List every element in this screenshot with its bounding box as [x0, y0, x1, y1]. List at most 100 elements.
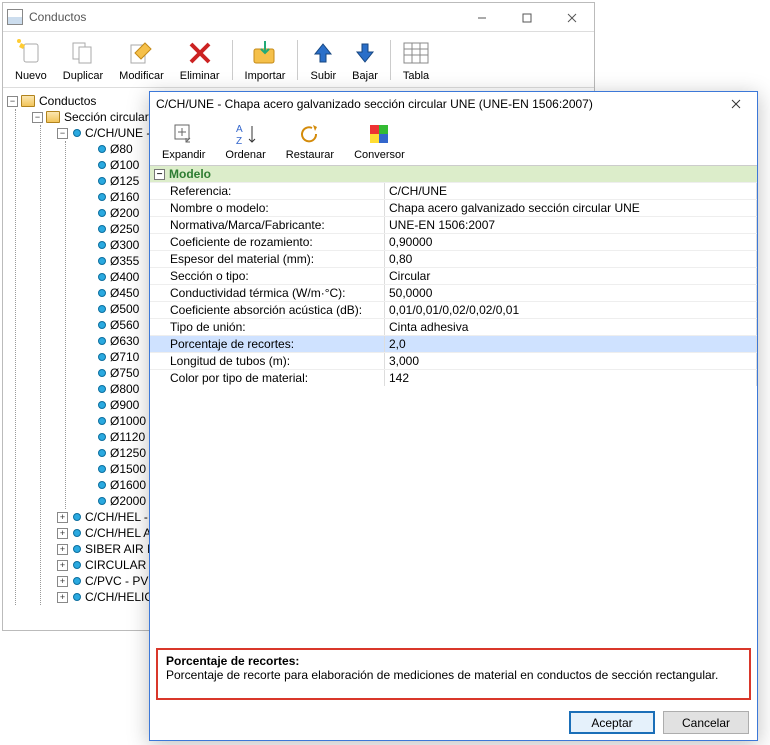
- prop-value[interactable]: 142: [385, 370, 757, 386]
- bullet-icon: [98, 369, 106, 377]
- prop-row-union[interactable]: Tipo de unión:Cinta adhesiva: [150, 318, 757, 335]
- group-label: Modelo: [169, 167, 211, 181]
- bullet-icon: [98, 257, 106, 265]
- eliminar-button[interactable]: Eliminar: [172, 34, 228, 85]
- tree-sibling-label: C/PVC - PVC: [85, 574, 157, 588]
- ordenar-button[interactable]: AZ Ordenar: [215, 118, 275, 163]
- bajar-button[interactable]: Bajar: [344, 34, 386, 85]
- subir-label: Subir: [310, 70, 336, 82]
- tree-size-label: Ø560: [110, 318, 139, 332]
- prop-key: Conductividad térmica (W/m·°C):: [150, 285, 385, 301]
- tree-size-label: Ø100: [110, 158, 139, 172]
- undo-icon: [298, 120, 322, 148]
- prop-row-color[interactable]: Color por tipo de material:142: [150, 369, 757, 386]
- prop-value[interactable]: 0,90000: [385, 234, 757, 250]
- prop-value[interactable]: 2,0: [385, 336, 757, 352]
- nuevo-label: Nuevo: [15, 70, 47, 82]
- expand-icon[interactable]: +: [57, 512, 68, 523]
- prop-row-coef_roz[interactable]: Coeficiente de rozamiento:0,90000: [150, 233, 757, 250]
- tree-branch-label: Sección circular: [64, 110, 149, 124]
- prop-row-referencia[interactable]: Referencia:C/CH/UNE: [150, 182, 757, 199]
- bullet-icon: [73, 545, 81, 553]
- tree-size-label: Ø1250: [110, 446, 146, 460]
- detail-window: C/CH/UNE - Chapa acero galvanizado secci…: [149, 91, 758, 741]
- detail-title: C/CH/UNE - Chapa acero galvanizado secci…: [156, 97, 721, 111]
- prop-value[interactable]: 50,0000: [385, 285, 757, 301]
- prop-value[interactable]: 0,80: [385, 251, 757, 267]
- separator: [297, 40, 298, 80]
- expand-icon[interactable]: +: [57, 592, 68, 603]
- cancel-button[interactable]: Cancelar: [663, 711, 749, 734]
- prop-row-recortes[interactable]: Porcentaje de recortes:2,0: [150, 335, 757, 352]
- prop-value[interactable]: 0,01/0,01/0,02/0,02/0,01: [385, 302, 757, 318]
- tree-cchune-label: C/CH/UNE -: [85, 126, 150, 140]
- restaurar-label: Restaurar: [286, 149, 334, 161]
- expandir-label: Expandir: [162, 149, 205, 161]
- prop-row-nombre[interactable]: Nombre o modelo:Chapa acero galvanizado …: [150, 199, 757, 216]
- expand-icon[interactable]: +: [57, 528, 68, 539]
- tree-size-label: Ø125: [110, 174, 139, 188]
- close-button[interactable]: [549, 3, 594, 32]
- prop-key: Espesor del material (mm):: [150, 251, 385, 267]
- close-button[interactable]: [721, 92, 751, 116]
- delete-icon: [187, 37, 213, 69]
- bullet-icon: [98, 465, 106, 473]
- prop-row-cond[interactable]: Conductividad térmica (W/m·°C):50,0000: [150, 284, 757, 301]
- expand-icon[interactable]: +: [57, 560, 68, 571]
- prop-row-espesor[interactable]: Espesor del material (mm):0,80: [150, 250, 757, 267]
- prop-row-coef_abs[interactable]: Coeficiente absorción acústica (dB):0,01…: [150, 301, 757, 318]
- prop-value[interactable]: Cinta adhesiva: [385, 319, 757, 335]
- bullet-icon: [98, 481, 106, 489]
- prop-value[interactable]: Circular: [385, 268, 757, 284]
- converter-icon: [367, 120, 391, 148]
- collapse-icon[interactable]: −: [57, 128, 68, 139]
- subir-button[interactable]: Subir: [302, 34, 344, 85]
- restaurar-button[interactable]: Restaurar: [276, 118, 344, 163]
- bullet-icon: [98, 417, 106, 425]
- modificar-button[interactable]: Modificar: [111, 34, 172, 85]
- group-header[interactable]: − Modelo: [150, 166, 757, 182]
- app-icon: [7, 9, 23, 25]
- tabla-button[interactable]: Tabla: [395, 34, 437, 85]
- ok-button[interactable]: Aceptar: [569, 711, 655, 734]
- edit-icon: [127, 37, 155, 69]
- tree-sibling-label: C/CH/HEL A: [85, 526, 151, 540]
- prop-row-normativa[interactable]: Normativa/Marca/Fabricante:UNE-EN 1506:2…: [150, 216, 757, 233]
- prop-value[interactable]: 3,000: [385, 353, 757, 369]
- collapse-icon[interactable]: −: [154, 169, 165, 180]
- collapse-icon[interactable]: −: [7, 96, 18, 107]
- bullet-icon: [98, 385, 106, 393]
- tree-size-label: Ø630: [110, 334, 139, 348]
- prop-value[interactable]: Chapa acero galvanizado sección circular…: [385, 200, 757, 216]
- tree-size-label: Ø1000: [110, 414, 146, 428]
- tree-size-label: Ø1500: [110, 462, 146, 476]
- duplicar-button[interactable]: Duplicar: [55, 34, 111, 85]
- collapse-icon[interactable]: −: [32, 112, 43, 123]
- prop-row-longitud[interactable]: Longitud de tubos (m):3,000: [150, 352, 757, 369]
- bullet-icon: [98, 433, 106, 441]
- expand-icon[interactable]: +: [57, 576, 68, 587]
- prop-value[interactable]: UNE-EN 1506:2007: [385, 217, 757, 233]
- nuevo-button[interactable]: Nuevo: [7, 34, 55, 85]
- bullet-icon: [98, 209, 106, 217]
- minimize-button[interactable]: [459, 3, 504, 32]
- importar-button[interactable]: Importar: [237, 34, 294, 85]
- expand-icon[interactable]: +: [57, 544, 68, 555]
- prop-value[interactable]: C/CH/UNE: [385, 183, 757, 199]
- prop-key: Porcentaje de recortes:: [150, 336, 385, 352]
- down-icon: [353, 37, 377, 69]
- expandir-button[interactable]: Expandir: [152, 118, 215, 163]
- bullet-icon: [98, 337, 106, 345]
- bullet-icon: [73, 593, 81, 601]
- prop-row-seccion[interactable]: Sección o tipo:Circular: [150, 267, 757, 284]
- maximize-button[interactable]: [504, 3, 549, 32]
- table-icon: [403, 37, 429, 69]
- up-icon: [311, 37, 335, 69]
- titlebar: Conductos: [3, 3, 594, 32]
- tree-size-label: Ø2000: [110, 494, 146, 508]
- eliminar-label: Eliminar: [180, 70, 220, 82]
- bullet-icon: [98, 497, 106, 505]
- tree-size-label: Ø400: [110, 270, 139, 284]
- conversor-button[interactable]: Conversor: [344, 118, 415, 163]
- property-grid[interactable]: − Modelo Referencia:C/CH/UNENombre o mod…: [150, 166, 757, 634]
